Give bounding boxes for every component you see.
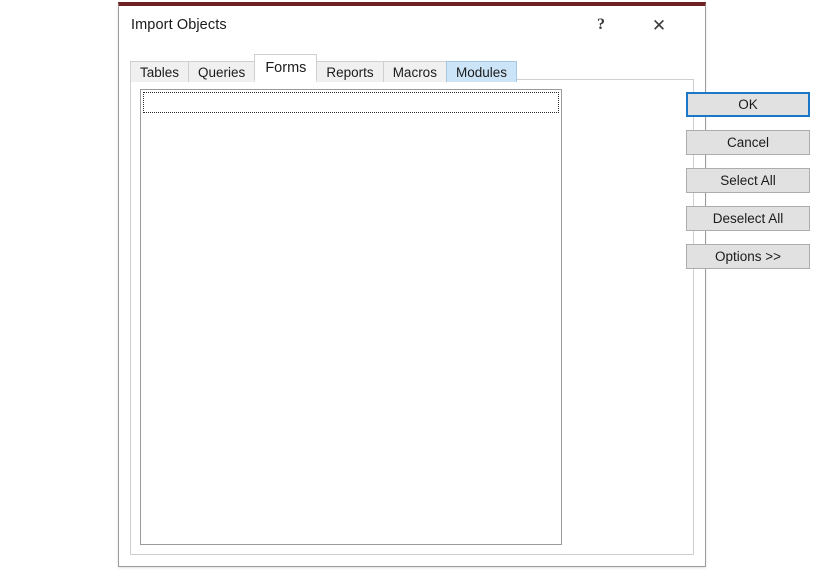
tab-label: Macros <box>392 65 437 80</box>
window-title: Import Objects <box>131 17 227 33</box>
list-items <box>141 90 561 544</box>
title-bar: Import Objects ? ✕ <box>119 6 705 48</box>
import-objects-dialog: Import Objects ? ✕ Tables Queries Forms … <box>118 2 810 567</box>
options-button[interactable]: Options >> <box>686 244 810 269</box>
dialog-button-column: OK Cancel Select All Deselect All Option… <box>686 92 814 282</box>
tab-tables[interactable]: Tables <box>130 61 190 82</box>
cancel-button[interactable]: Cancel <box>686 130 810 155</box>
question-mark-icon: ? <box>597 16 605 33</box>
help-button[interactable]: ? <box>579 6 623 44</box>
ok-button[interactable]: OK <box>686 92 810 117</box>
deselect-all-button[interactable]: Deselect All <box>686 206 810 231</box>
tab-content-panel <box>130 79 694 555</box>
object-list-box[interactable] <box>140 89 562 545</box>
tab-macros[interactable]: Macros <box>382 61 447 82</box>
close-button[interactable]: ✕ <box>637 6 681 44</box>
tab-label: Reports <box>326 65 374 80</box>
close-icon: ✕ <box>651 15 667 35</box>
tab-label: Forms <box>265 60 307 76</box>
tab-queries[interactable]: Queries <box>188 61 256 82</box>
tab-strip: Tables Queries Forms Reports Macros Modu… <box>130 54 517 82</box>
tab-label: Queries <box>198 65 246 80</box>
tab-label: Modules <box>455 65 507 80</box>
tab-label: Tables <box>140 65 180 80</box>
tab-reports[interactable]: Reports <box>316 61 384 82</box>
select-all-button[interactable]: Select All <box>686 168 810 193</box>
tab-forms[interactable]: Forms <box>254 54 318 81</box>
tab-modules[interactable]: Modules <box>445 61 517 82</box>
